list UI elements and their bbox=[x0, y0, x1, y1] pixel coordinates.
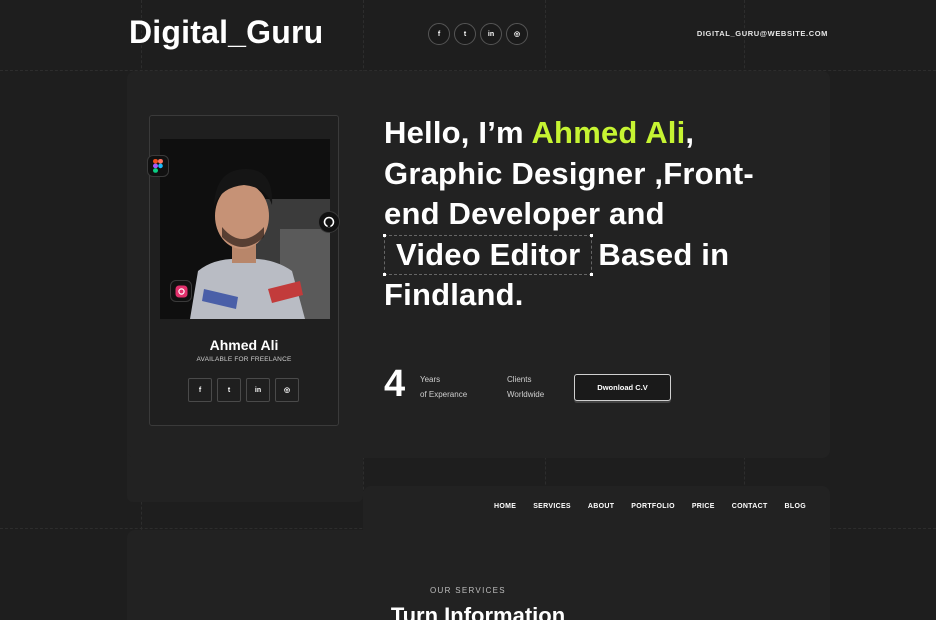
clients-label-1: Clients bbox=[507, 375, 532, 384]
profile-social-links: f t in ◎ bbox=[188, 378, 299, 402]
nav-blog[interactable]: BLOG bbox=[785, 503, 806, 510]
twitter-icon[interactable]: t bbox=[454, 23, 476, 45]
linkedin-icon[interactable]: in bbox=[246, 378, 270, 402]
contact-email-link[interactable]: DIGITAL_GURU@WEBSITE.COM bbox=[697, 29, 828, 38]
years-label-1: Years bbox=[420, 375, 441, 384]
instagram-icon bbox=[170, 280, 192, 302]
site-logo[interactable]: Digital_Guru bbox=[129, 14, 323, 51]
nav-portfolio[interactable]: PORTFOLIO bbox=[631, 503, 675, 510]
hero-name: Ahmed Ali bbox=[531, 115, 686, 150]
header-social-links: f t in ◎ bbox=[428, 23, 528, 45]
nav-about[interactable]: ABOUT bbox=[588, 503, 614, 510]
instagram-icon[interactable]: ◎ bbox=[506, 23, 528, 45]
hero-headline: Hello, I’m Ahmed Ali, Graphic Designer ,… bbox=[383, 113, 804, 316]
availability-status: AVAILABLE FOR FREELANCE bbox=[196, 356, 292, 363]
figma-icon bbox=[147, 155, 169, 177]
nav-panel bbox=[363, 486, 830, 546]
linkedin-icon[interactable]: in bbox=[480, 23, 502, 45]
download-cv-button[interactable]: Dwonload C.V bbox=[574, 374, 671, 401]
nav-price[interactable]: PRICE bbox=[692, 503, 715, 510]
nav-contact[interactable]: CONTACT bbox=[732, 503, 768, 510]
clients-label-2: Worldwide bbox=[507, 390, 545, 399]
site-header: Digital_Guru f t in ◎ DIGITAL_GURU@WEBSI… bbox=[0, 0, 936, 70]
hero-roles: Graphic Designer ,Front-end Developer an… bbox=[384, 155, 754, 232]
facebook-icon[interactable]: f bbox=[428, 23, 450, 45]
services-title: Turn Information bbox=[390, 603, 566, 620]
services-eyebrow: OUR SERVICES bbox=[430, 586, 506, 595]
highlight-box: Video Editor bbox=[383, 233, 594, 276]
nav-services[interactable]: SERVICES bbox=[533, 503, 571, 510]
github-icon bbox=[318, 211, 340, 233]
years-number: 4 bbox=[384, 363, 406, 405]
hero-highlight: Video Editor bbox=[396, 236, 581, 272]
instagram-icon[interactable]: ◎ bbox=[275, 378, 299, 402]
hero-intro: Hello, I’m bbox=[384, 115, 532, 150]
main-nav: HOME SERVICES ABOUT PORTFOLIO PRICE CONT… bbox=[494, 503, 806, 510]
nav-home[interactable]: HOME bbox=[494, 503, 516, 510]
twitter-icon[interactable]: t bbox=[217, 378, 241, 402]
profile-card: Ahmed Ali AVAILABLE FOR FREELANCE f t in… bbox=[149, 115, 339, 426]
facebook-icon[interactable]: f bbox=[188, 378, 212, 402]
years-label-2: of Experance bbox=[420, 390, 468, 399]
hero-comma: , bbox=[685, 115, 695, 150]
profile-name: Ahmed Ali bbox=[209, 337, 279, 353]
